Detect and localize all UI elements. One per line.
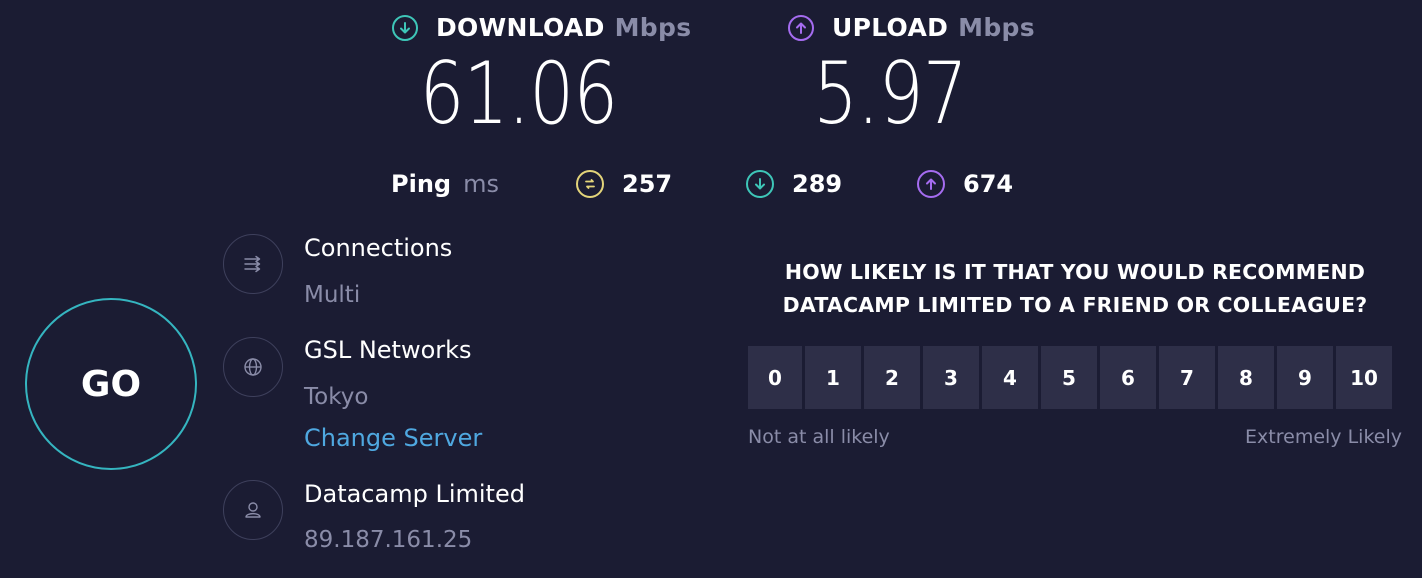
ping-idle: 257 <box>576 170 672 198</box>
upload-value: 5.97 <box>813 44 968 144</box>
go-button[interactable]: GO <box>25 298 197 470</box>
connections-icon[interactable] <box>223 234 283 294</box>
upload-arrow-icon <box>917 170 945 198</box>
download-label: DOWNLOAD Mbps <box>392 13 691 42</box>
change-server-link[interactable]: Change Server <box>304 424 482 452</box>
rating-option-4[interactable]: 4 <box>982 346 1038 409</box>
rating-option-2[interactable]: 2 <box>864 346 920 409</box>
user-icon <box>223 480 283 540</box>
ping-download-value: 289 <box>792 170 843 198</box>
rating-option-10[interactable]: 10 <box>1336 346 1392 409</box>
download-arrow-icon <box>392 14 418 41</box>
download-title: DOWNLOAD <box>436 13 605 42</box>
rating-scale: 0 1 2 3 4 5 6 7 8 9 10 <box>748 346 1392 409</box>
connections-title: Connections <box>304 234 453 262</box>
ping-upload-value: 674 <box>963 170 1014 198</box>
download-value: 61.06 <box>419 44 619 144</box>
scale-high-label: Extremely Likely <box>1245 426 1402 448</box>
rating-option-9[interactable]: 9 <box>1277 346 1333 409</box>
ping-download: 289 <box>746 170 842 198</box>
survey-question: HOW LIKELY IS IT THAT YOU WOULD RECOMMEN… <box>748 256 1402 322</box>
rating-option-5[interactable]: 5 <box>1041 346 1097 409</box>
survey-question-line-2: DATACAMP LIMITED TO A FRIEND OR COLLEAGU… <box>782 293 1368 317</box>
rating-option-1[interactable]: 1 <box>805 346 861 409</box>
upload-arrow-icon <box>788 14 814 41</box>
survey-question-line-1: HOW LIKELY IS IT THAT YOU WOULD RECOMMEN… <box>784 260 1366 284</box>
upload-label: UPLOAD Mbps <box>788 13 1035 42</box>
provider-name: Datacamp Limited <box>304 480 525 508</box>
server-name: GSL Networks <box>304 336 472 364</box>
ping-upload: 674 <box>917 170 1013 198</box>
globe-icon <box>223 337 283 397</box>
ping-idle-value: 257 <box>622 170 673 198</box>
download-unit: Mbps <box>614 13 692 42</box>
ping-icon <box>576 170 604 198</box>
ping-unit: ms <box>463 170 499 198</box>
scale-low-label: Not at all likely <box>748 426 890 448</box>
rating-option-6[interactable]: 6 <box>1100 346 1156 409</box>
ping-label: Ping ms <box>391 170 499 198</box>
rating-option-7[interactable]: 7 <box>1159 346 1215 409</box>
server-location: Tokyo <box>304 384 369 410</box>
download-arrow-icon <box>746 170 774 198</box>
rating-option-8[interactable]: 8 <box>1218 346 1274 409</box>
connections-value: Multi <box>304 282 361 308</box>
provider-ip: 89.187.161.25 <box>304 527 473 553</box>
rating-option-0[interactable]: 0 <box>748 346 802 409</box>
rating-option-3[interactable]: 3 <box>923 346 979 409</box>
upload-unit: Mbps <box>958 13 1035 42</box>
ping-title: Ping <box>391 170 452 198</box>
upload-title: UPLOAD <box>832 13 949 42</box>
